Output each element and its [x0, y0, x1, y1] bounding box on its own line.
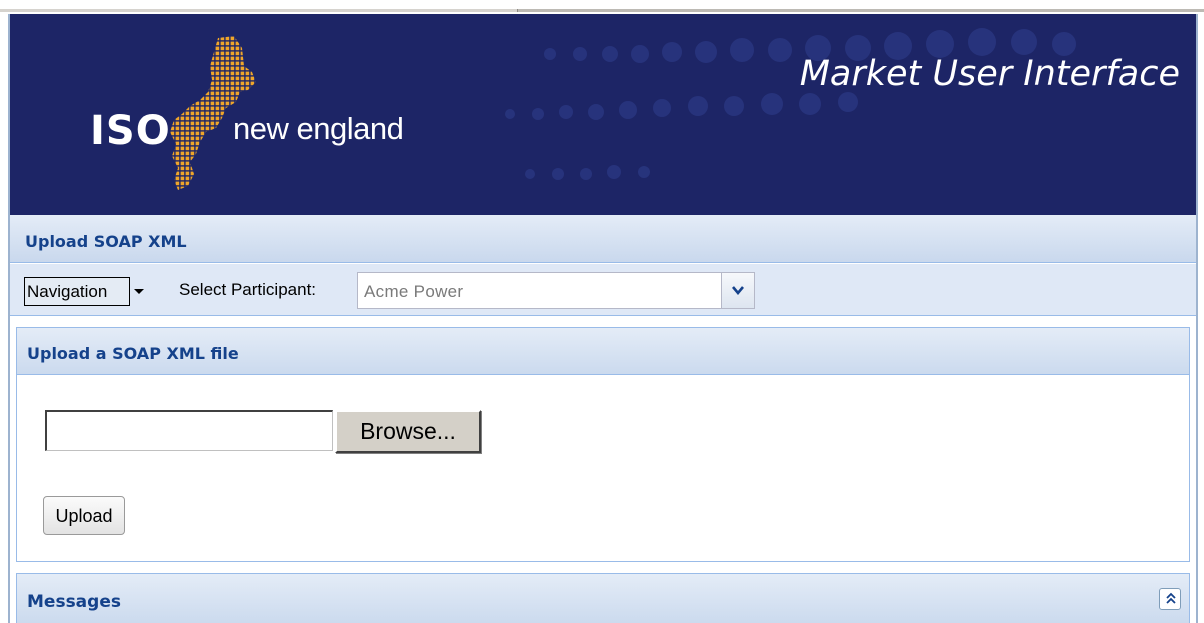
logo-iso-text: ISO: [90, 108, 171, 154]
upload-panel-header: Upload a SOAP XML file: [17, 328, 1189, 375]
upload-button[interactable]: Upload: [43, 496, 125, 535]
participant-dropdown-trigger[interactable]: [721, 273, 754, 308]
file-path-input[interactable]: [45, 410, 333, 451]
messages-panel-title: Messages: [27, 592, 121, 612]
participant-label: Select Participant:: [179, 280, 317, 299]
application-title: Market User Interface: [799, 54, 1180, 94]
window-edge-right: [517, 9, 1204, 12]
header-banner: ISO new england Market User Interface: [10, 14, 1196, 215]
participant-value[interactable]: Acme Power: [364, 282, 463, 302]
logo-region-text: new england: [233, 111, 404, 146]
navigation-menu-button[interactable]: Navigation: [24, 277, 130, 306]
application-frame: ISO new england Market User Interface Up…: [8, 14, 1198, 623]
toolbar: Navigation Select Participant: Acme Powe…: [10, 264, 1196, 316]
participant-select[interactable]: Acme Power: [357, 272, 755, 309]
page-title-bar: Upload SOAP XML: [10, 215, 1196, 263]
messages-collapse-button[interactable]: [1159, 588, 1181, 610]
upload-panel: Upload a SOAP XML file Browse... Upload: [16, 327, 1190, 562]
browse-button[interactable]: Browse...: [335, 410, 481, 453]
double-chevron-up-icon: [1166, 592, 1176, 604]
window-top-edge: [0, 0, 1204, 14]
dropdown-arrow-icon[interactable]: [134, 289, 144, 294]
upload-panel-title: Upload a SOAP XML file: [27, 344, 239, 363]
page-title: Upload SOAP XML: [25, 232, 187, 251]
chevron-down-icon: [732, 286, 744, 295]
window-edge-left: [0, 9, 517, 12]
messages-panel-header: Messages: [16, 573, 1190, 623]
